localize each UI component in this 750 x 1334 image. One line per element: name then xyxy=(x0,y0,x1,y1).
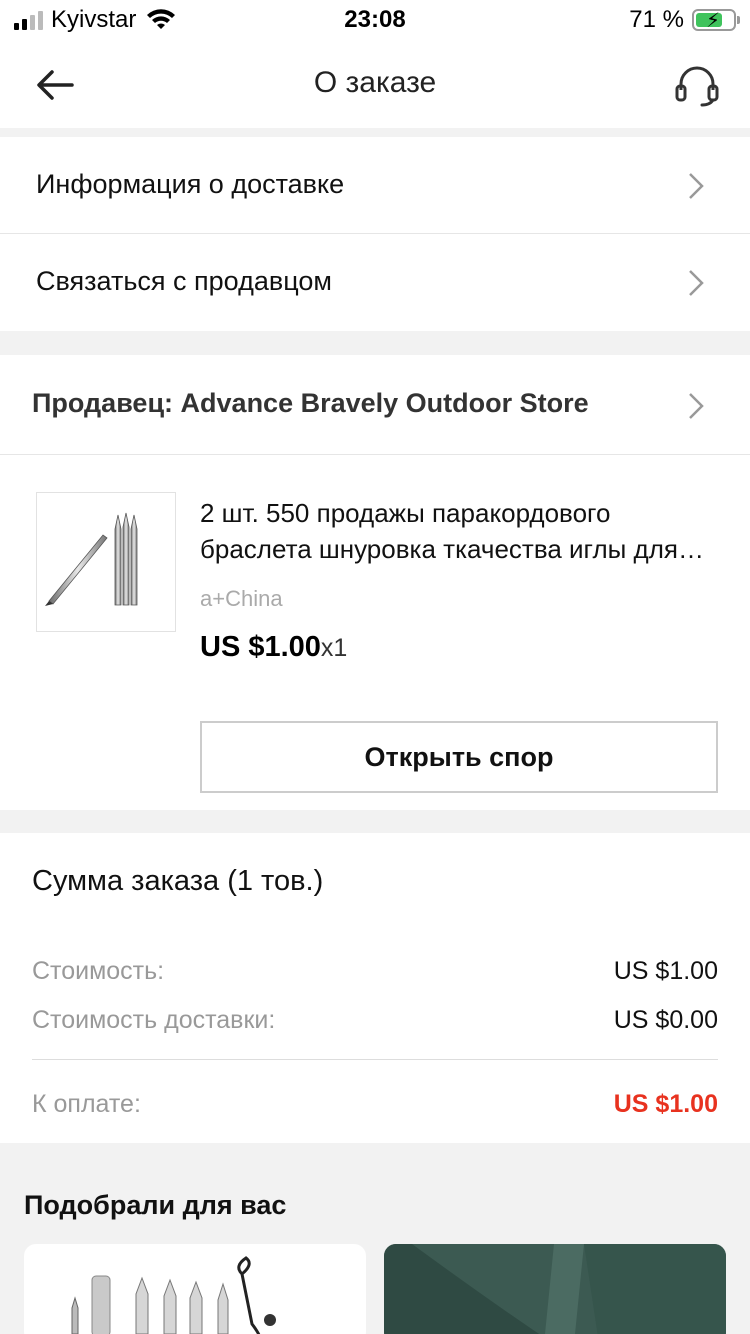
summary-heading: Сумма заказа (1 тов.) xyxy=(32,865,324,897)
needle-image xyxy=(45,512,138,606)
page-title: О заказе xyxy=(313,66,437,99)
chevron-right-icon xyxy=(689,173,704,199)
battery-group: 71 % ⚡ xyxy=(629,6,740,34)
product-thumbnail[interactable] xyxy=(36,492,176,632)
subtotal-value: US $1.00 xyxy=(613,957,718,985)
recommendation-card[interactable] xyxy=(24,1244,366,1334)
seller-row[interactable]: Продавец: Advance Bravely Outdoor Store xyxy=(0,355,750,455)
order-links-card: Информация о доставке Связаться с продав… xyxy=(0,137,750,331)
battery-percent: 71 % xyxy=(629,6,684,33)
recommendation-card[interactable] xyxy=(384,1244,726,1334)
product-variant: a+China xyxy=(200,586,283,611)
recommendations-title: Подобрали для вас xyxy=(24,1190,287,1220)
order-summary-card: Сумма заказа (1 тов.) Стоимость: US $1.0… xyxy=(0,833,750,1143)
order-item-card: Продавец: Advance Bravely Outdoor Store xyxy=(0,355,750,810)
summary-divider xyxy=(32,1059,718,1060)
seller-label: Продавец: Advance Bravely Outdoor Store xyxy=(32,388,589,418)
total-value: US $1.00 xyxy=(613,1090,718,1118)
contact-seller-row[interactable]: Связаться с продавцом xyxy=(0,234,750,331)
subtotal-label: Стоимость: xyxy=(32,957,165,985)
product-price-line: US $1.00x1 xyxy=(200,631,347,664)
open-dispute-button[interactable]: Открыть спор xyxy=(200,721,718,793)
chevron-right-icon xyxy=(689,393,704,419)
total-label: К оплате: xyxy=(32,1090,141,1118)
delivery-info-label: Информация о доставке xyxy=(36,169,345,199)
delivery-info-row[interactable]: Информация о доставке xyxy=(0,137,750,234)
shipping-value: US $0.00 xyxy=(613,1006,718,1034)
product-item: 2 шт. 550 продажы паракордового браслета… xyxy=(0,455,750,810)
product-quantity: x1 xyxy=(320,634,348,662)
contact-seller-label: Связаться с продавцом xyxy=(36,266,332,296)
recommendation-image xyxy=(71,1256,276,1334)
battery-icon: ⚡ xyxy=(692,9,740,32)
headset-icon[interactable] xyxy=(674,64,720,108)
recommendation-image xyxy=(384,1244,726,1334)
chevron-right-icon xyxy=(689,270,704,296)
shipping-label: Стоимость доставки: xyxy=(32,1006,276,1034)
subtotal-row: Стоимость: US $1.00 xyxy=(32,957,718,986)
nav-header: О заказе xyxy=(0,40,750,128)
product-price: US $1.00 xyxy=(200,631,321,663)
shipping-row: Стоимость доставки: US $0.00 xyxy=(32,1006,718,1035)
total-row: К оплате: US $1.00 xyxy=(32,1090,718,1119)
status-bar: Kyivstar 23:08 71 % ⚡ xyxy=(0,0,750,40)
product-name[interactable]: 2 шт. 550 продажы паракордового браслета… xyxy=(200,495,710,567)
